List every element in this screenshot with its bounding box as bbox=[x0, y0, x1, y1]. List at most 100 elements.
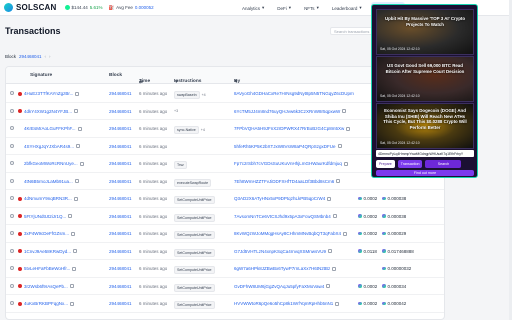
view-icon[interactable] bbox=[10, 213, 14, 218]
view-icon[interactable] bbox=[10, 196, 14, 200]
instruction-pill[interactable]: SetComputeUnitPrice bbox=[174, 248, 215, 257]
block-link[interactable]: 294468041 bbox=[109, 249, 132, 254]
copy-icon[interactable] bbox=[70, 301, 75, 306]
copy-icon[interactable] bbox=[74, 109, 79, 113]
signer-link[interactable]: 7Eh8WmHZZTFvJiDDFXHfTD4aaLDf3Bbd8sCm6 bbox=[234, 179, 334, 184]
signature-link[interactable]: 4dkY4XW1g2N4YFJB... bbox=[24, 109, 72, 114]
copy-icon[interactable] bbox=[332, 266, 337, 271]
news-card[interactable]: Economist Says Dogecoin (DOGE) And Shiba… bbox=[376, 103, 474, 149]
block-link[interactable]: 294468041 bbox=[109, 231, 132, 236]
copy-icon[interactable] bbox=[332, 214, 337, 218]
copy-icon[interactable] bbox=[77, 126, 82, 131]
search-button[interactable]: Search bbox=[425, 160, 462, 168]
view-icon[interactable] bbox=[10, 283, 14, 288]
logo[interactable]: SOLSCAN bbox=[4, 3, 57, 12]
copy-icon[interactable] bbox=[337, 144, 342, 148]
signature-link[interactable]: 5FtYjUNdtUt2iJr1Q... bbox=[24, 214, 66, 219]
signer-link[interactable]: 8AVyoGh4GDHaCxRe7HrNsg9dNyt8p5N5TNGqyZ6c… bbox=[234, 91, 354, 96]
more-instructions[interactable]: +4 bbox=[201, 128, 205, 132]
block-value[interactable]: 294468041 bbox=[19, 54, 42, 59]
copy-icon[interactable] bbox=[342, 231, 347, 236]
signature-link[interactable]: 4HuEz3TTfKAYnZgzBr... bbox=[24, 91, 73, 96]
block-link[interactable]: 294468041 bbox=[109, 284, 132, 289]
copy-icon[interactable] bbox=[343, 161, 348, 166]
view-icon[interactable] bbox=[10, 178, 14, 183]
view-icon[interactable] bbox=[10, 108, 14, 113]
signature-link[interactable]: 3r2Wsb6f9rAsQePb... bbox=[24, 284, 68, 289]
view-icon[interactable] bbox=[10, 161, 14, 165]
instruction-pill[interactable]: SetComputeUnitPrice bbox=[174, 266, 215, 274]
signer-link[interactable]: Fp7c2rSbh7cVGDsSuUKuVnHhjLmGHWaurKdfdmju… bbox=[234, 161, 342, 166]
view-icon[interactable] bbox=[10, 301, 14, 305]
view-icon[interactable] bbox=[10, 143, 14, 148]
instruction-pill[interactable]: sync-Native bbox=[174, 126, 199, 134]
copy-icon[interactable] bbox=[335, 301, 340, 306]
nav-leaderboard[interactable]: Leaderboard ▾ bbox=[328, 2, 366, 14]
signer-link[interactable]: 8KvWQzWJoMMqgHsAy8CHhmMNvBqbQT3qFabX4 bbox=[234, 231, 341, 236]
instruction-pill[interactable]: swapBaseIn bbox=[174, 91, 200, 99]
address-field[interactable]: 4DmmcPyLq4HmmpYwwMGdngpWHUsaK7q1EfhFrbyY bbox=[376, 150, 474, 157]
signer-link[interactable]: 7FPbVQHA5H9JFnX2rDPWRX47RrBoBzG4Cp8m5Xw bbox=[234, 126, 344, 131]
signature-link[interactable]: 4dNmumY9nqBRN3R... bbox=[24, 196, 72, 201]
signature-link[interactable]: 2bfkGeoMWoRcRNnUye... bbox=[24, 161, 78, 166]
copy-icon[interactable] bbox=[68, 214, 73, 218]
nav-analytics[interactable]: Analytics ▾ bbox=[238, 2, 268, 14]
block-link[interactable]: 294468041 bbox=[109, 196, 132, 201]
copy-icon[interactable] bbox=[327, 196, 332, 201]
prev-block-icon[interactable]: ‹ bbox=[45, 54, 47, 59]
signer-link[interactable]: 7AvsomNnTCe6VtCSJhd9x5pA3xFcwQSMbnb4 bbox=[234, 214, 331, 219]
transaction-button[interactable]: Transaction bbox=[397, 160, 423, 168]
more-instructions[interactable]: +3 bbox=[174, 109, 178, 113]
signature-link[interactable]: 4uKxBrRKBPFqgNx... bbox=[24, 301, 68, 306]
nav-nfts[interactable]: NFTs ▾ bbox=[300, 2, 323, 14]
view-icon[interactable] bbox=[10, 248, 14, 253]
signer-link[interactable]: GvDFhW8UM6jGgZvQAqJu5pfyFaXMoVaw4 bbox=[234, 284, 324, 289]
instruction-pill[interactable]: SetComputeUnitPrice bbox=[174, 231, 215, 239]
copy-icon[interactable] bbox=[74, 179, 79, 183]
prepare-button[interactable]: Prepare bbox=[376, 160, 395, 168]
signature-link[interactable]: 5tvLeHFaFbBeWoHfr... bbox=[24, 266, 70, 271]
signer-link[interactable]: 6YcTM5JJ4m8nd76uyQHJvw6k3CzXRnW8r5qpxwW bbox=[234, 109, 340, 114]
view-icon[interactable] bbox=[10, 126, 14, 130]
block-link[interactable]: 294468041 bbox=[109, 109, 132, 114]
view-icon[interactable] bbox=[10, 231, 14, 235]
block-link[interactable]: 294468041 bbox=[109, 126, 132, 131]
view-icon[interactable] bbox=[10, 91, 14, 95]
signature-link[interactable]: 1CnvJ9Ae58KRwDyd... bbox=[24, 249, 71, 254]
signer-link[interactable]: Q3AD2X6ATyHNx5xP9DPtqzhLkPB5qpCrW4 bbox=[234, 196, 325, 201]
instruction-pill[interactable]: SetComputeUnitPrice bbox=[174, 283, 215, 292]
more-instructions[interactable]: +4 bbox=[202, 93, 206, 97]
news-card[interactable]: Upbit Hit By Massive 'TOP 3 AI' Crypto P… bbox=[376, 9, 474, 55]
copy-icon[interactable] bbox=[342, 109, 347, 113]
copy-icon[interactable] bbox=[73, 196, 78, 201]
signature-link[interactable]: 3xP4W9cDeFfGZsm... bbox=[24, 231, 69, 236]
instruction-pill[interactable]: SetComputeUnitPrice bbox=[174, 196, 215, 204]
copy-icon[interactable] bbox=[69, 284, 74, 288]
news-card[interactable]: US Govt Good Sell 69,000 BTC Read Bitcoi… bbox=[376, 56, 474, 102]
signer-link[interactable]: HVVWWtoR6pQe6o5hCp8k1WrfYqmRpHhb5nN1 bbox=[234, 301, 333, 306]
copy-icon[interactable] bbox=[71, 231, 76, 236]
signature-link[interactable]: 4KrEsMrAoLGuFFKPhF... bbox=[24, 126, 76, 131]
signer-link[interactable]: 5hfeRh5KP5K2bXTJxW8VsW8aP4QRpSzgxDFUe bbox=[234, 144, 336, 149]
block-link[interactable]: 294468041 bbox=[109, 266, 132, 271]
signature-link[interactable]: 4SYHXgJqYJXbAR4s9... bbox=[24, 144, 74, 149]
instruction-pill[interactable]: Trsz bbox=[174, 161, 187, 169]
signer-link[interactable]: G7Jd5VHTLzN4xnpKSqCa4rnvqXSMnwsVU9 bbox=[234, 249, 326, 254]
copy-icon[interactable] bbox=[72, 266, 77, 271]
copy-icon[interactable] bbox=[79, 161, 84, 166]
instruction-pill[interactable]: SetComputeUnitPrice bbox=[174, 301, 215, 309]
copy-icon[interactable] bbox=[326, 284, 331, 288]
block-link[interactable]: 294468041 bbox=[109, 301, 132, 306]
nav-defi[interactable]: DeFi ▾ bbox=[273, 2, 295, 14]
block-link[interactable]: 294468041 bbox=[109, 144, 132, 149]
signer-link[interactable]: 6gW7a6HPk8JZBwBx6TywP7rnLaXx7H6tN2tBz bbox=[234, 266, 330, 271]
copy-icon[interactable] bbox=[346, 126, 351, 131]
block-link[interactable]: 294468041 bbox=[109, 161, 132, 166]
copy-icon[interactable] bbox=[73, 249, 78, 253]
view-icon[interactable] bbox=[10, 266, 14, 270]
instruction-pill[interactable]: executeSwapRoute bbox=[174, 178, 212, 187]
copy-icon[interactable] bbox=[328, 249, 333, 253]
block-link[interactable]: 294468041 bbox=[109, 214, 132, 219]
instruction-pill[interactable]: SetComputeUnitPrice bbox=[174, 213, 215, 222]
copy-icon[interactable] bbox=[336, 179, 341, 183]
